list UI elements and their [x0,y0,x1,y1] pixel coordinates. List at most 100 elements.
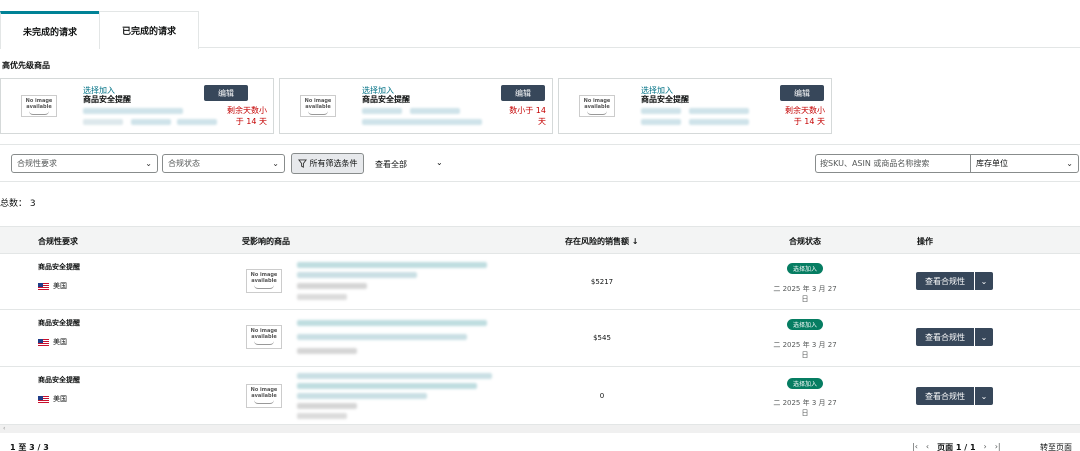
pagination: |‹ ‹ 页面 1 / 1 › ›| [912,442,1001,451]
no-image-placeholder: No image available [579,95,615,117]
chevron-down-icon[interactable]: ⌄ [975,328,993,346]
goto-page-label[interactable]: 转至页面 [1040,442,1072,451]
redacted-text [689,108,749,114]
redacted-text [297,262,487,268]
requirement-name: 商品安全提醒 [38,319,80,327]
status-date: 二 2025 年 3 月 27 日 [773,285,837,303]
compliance-status-select[interactable]: 合规状态 ⌄ [162,154,285,173]
priority-card: No image available 选择加入 商品安全提醒 编辑 剩余天数小于… [0,78,274,134]
view-compliance-button[interactable]: 查看合规性 [916,328,974,346]
sales-at-risk: 0 [599,392,605,400]
priority-section-title: 高优先级商品 [2,61,50,70]
redacted-text [641,108,681,114]
redacted-text [297,348,357,354]
select-label: 合规状态 [168,159,200,168]
us-flag-icon [38,395,49,403]
no-image-placeholder: No image available [246,325,282,349]
status-badge: 选择加入 [787,378,823,389]
card-product-name: 商品安全提醒 [83,95,131,104]
chevron-down-icon: ⌄ [272,159,279,168]
chevron-down-icon[interactable]: ⌄ [975,272,993,290]
redacted-text [297,393,427,399]
redacted-text [297,334,467,340]
search-scope-select[interactable]: 库存单位 ⌄ [970,154,1079,173]
chevron-down-icon: ⌄ [1066,159,1073,168]
chevron-down-icon[interactable]: ⌄ [436,158,443,167]
compliance-requirement-select[interactable]: 合规性要求 ⌄ [11,154,158,173]
table-row: 商品安全提醒 美国 No image available $5217 选择加入 … [0,254,1080,310]
total-count: 总数： 3 [0,199,36,209]
select-label: 库存单位 [976,159,1008,168]
view-compliance-button[interactable]: 查看合规性 [916,272,974,290]
redacted-text [297,283,367,289]
all-filters-label: 所有筛选条件 [309,159,358,168]
horizontal-scrollbar[interactable]: ‹ [0,425,1080,433]
requirement-name: 商品安全提醒 [38,376,80,384]
last-page-icon[interactable]: ›| [995,442,1001,451]
select-label: 合规性要求 [17,159,57,168]
all-filters-button[interactable]: 所有筛选条件 [291,153,364,174]
card-product-name: 商品安全提醒 [362,95,410,104]
marketplace: 美国 [38,394,67,404]
redacted-text [297,403,357,409]
edit-button[interactable]: 编辑 [204,85,248,101]
tab-completed[interactable]: 已完成的请求 [99,11,199,49]
marketplace: 美国 [38,281,67,291]
col-sales-at-risk[interactable]: 存在风险的销售额 ↓ [565,236,639,247]
result-count: 1 至 3 / 3 [10,443,49,451]
table-footer: 1 至 3 / 3 |‹ ‹ 页面 1 / 1 › ›| 转至页面 [0,433,1080,451]
us-flag-icon [38,338,49,346]
prev-page-icon[interactable]: ‹ [926,442,929,451]
redacted-text [297,320,487,326]
col-affected-products: 受影响的商品 [242,237,290,246]
page-indicator: 页面 1 / 1 [937,443,976,451]
redacted-text [177,119,217,125]
us-flag-icon [38,282,49,290]
edit-button[interactable]: 编辑 [501,85,545,101]
no-image-placeholder: No image available [246,384,282,408]
redacted-text [297,294,347,300]
redacted-text [131,119,171,125]
marketplace: 美国 [38,337,67,347]
redacted-text [83,119,123,125]
card-product-name: 商品安全提醒 [641,95,689,104]
view-compliance-button[interactable]: 查看合规性 [916,387,974,405]
sales-at-risk: $5217 [590,278,614,286]
col-compliance-status: 合规状态 [789,237,821,246]
filter-icon [297,159,307,168]
tab-pending[interactable]: 未完成的请求 [0,11,100,49]
redacted-text [362,119,482,125]
redacted-text [689,119,749,125]
redacted-text [297,272,417,278]
marketplace-label: 美国 [53,395,67,403]
redacted-text [641,119,681,125]
table-header: 合规性要求 受影响的商品 存在风险的销售额 ↓ 合规状态 操作 [0,226,1080,254]
redacted-text [297,413,347,419]
no-image-placeholder: No image available [21,95,57,117]
col-requirement: 合规性要求 [38,237,78,246]
next-page-icon[interactable]: › [984,442,987,451]
sales-at-risk: $545 [593,334,611,342]
redacted-text [410,108,460,114]
status-badge: 选择加入 [787,263,823,274]
priority-card: No image available 选择加入 商品安全提醒 编辑 剩余天数小于… [558,78,832,134]
view-all-dropdown[interactable]: 查看全部 [375,159,407,170]
scroll-left-arrow-icon[interactable]: ‹ [3,425,5,432]
search-input[interactable]: 按SKU、ASIN 或商品名称搜索 [815,154,973,173]
priority-card: No image available 选择加入 商品安全提醒 编辑 数小于 14… [279,78,553,134]
remaining-days: 剩余天数小于 14 天 [227,106,267,126]
marketplace-label: 美国 [53,282,67,290]
status-badge: 选择加入 [787,319,823,330]
redacted-text [297,383,477,389]
redacted-text [83,108,183,114]
remaining-days: 剩余天数小于 14 天 [785,106,825,126]
first-page-icon[interactable]: |‹ [912,442,918,451]
request-tabs: 未完成的请求 已完成的请求 [0,0,1080,49]
status-date: 二 2025 年 3 月 27 日 [773,341,837,359]
chevron-down-icon[interactable]: ⌄ [975,387,993,405]
remaining-days: 数小于 14 天 [509,106,546,126]
redacted-text [297,373,492,379]
chevron-down-icon: ⌄ [145,159,152,168]
table-row: 商品安全提醒 美国 No image available 0 选择加入 二 20… [0,367,1080,425]
edit-button[interactable]: 编辑 [780,85,824,101]
